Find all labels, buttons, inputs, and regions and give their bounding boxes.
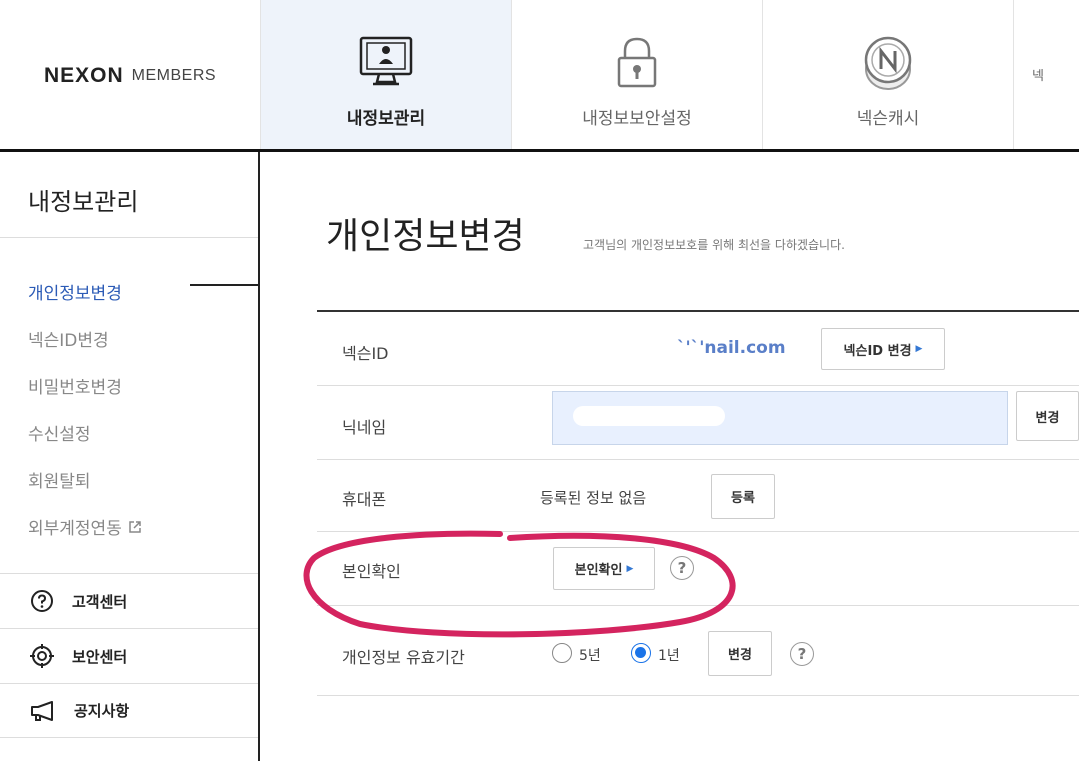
help-icon[interactable]: ?	[790, 642, 814, 666]
main-content: 개인정보변경 고객님의 개인정보보호를 위해 최선을 다하겠습니다. 넥슨ID …	[260, 152, 1079, 761]
button-label: 변경	[728, 648, 752, 663]
active-indicator-line	[190, 284, 258, 286]
sidebar-item-external-accounts[interactable]: 외부계정연동	[28, 503, 142, 550]
tab-nexon-cash[interactable]: 넥슨캐시	[762, 0, 1013, 149]
customer-center-link[interactable]: 고객센터	[0, 573, 258, 628]
row-label: 개인정보 유효기간	[342, 648, 465, 667]
top-navigation-bar: NEXON MEMBERS 내정보관리 내정보보안설정 넥슨캐시 넥	[0, 0, 1079, 152]
change-nexon-id-button[interactable]: 넥슨ID 변경 ▶	[821, 328, 945, 370]
row-nexon-id: 넥슨ID `'`'nail.com 넥슨ID 변경 ▶	[317, 312, 1079, 386]
redacted-mark	[573, 406, 725, 426]
sidebar-item-personal-info[interactable]: 개인정보변경	[28, 268, 142, 315]
row-phone: 휴대폰 등록된 정보 없음 등록	[317, 460, 1079, 532]
tab-my-info[interactable]: 내정보관리	[260, 0, 511, 149]
radio-label-1-year: 1년	[658, 648, 680, 664]
button-label: 등록	[731, 491, 755, 506]
row-label: 넥슨ID	[342, 344, 389, 363]
nexon-coin-icon	[864, 36, 912, 90]
sidebar: 내정보관리 개인정보변경 넥슨ID변경 비밀번호변경 수신설정 회원탈퇴 외부계…	[0, 152, 260, 761]
tab-security-settings[interactable]: 내정보보안설정	[511, 0, 762, 149]
nexon-members-logo[interactable]: NEXON MEMBERS	[0, 0, 260, 152]
tab-label: 넥슨캐시	[856, 109, 920, 129]
page-title: 개인정보변경	[326, 216, 525, 257]
sidebar-item-label: 외부계정연동	[28, 519, 122, 539]
row-label: 닉네임	[342, 418, 387, 437]
link-label: 공지사항	[74, 702, 130, 720]
external-link-icon	[129, 520, 141, 533]
top-tabs: 내정보관리 내정보보안설정 넥슨캐시 넥	[260, 0, 1079, 152]
radio-1-year[interactable]	[631, 643, 651, 663]
lock-icon	[617, 37, 657, 88]
highlight-circle-annotation	[303, 530, 736, 638]
button-label: 넥슨ID 변경	[843, 343, 912, 359]
radio-label-5-years: 5년	[579, 648, 601, 664]
link-label: 보안센터	[72, 647, 128, 666]
sidebar-menu: 개인정보변경 넥슨ID변경 비밀번호변경 수신설정 회원탈퇴 외부계정연동	[28, 268, 142, 550]
radio-5-years[interactable]	[552, 643, 572, 663]
button-label: 변경	[1035, 410, 1060, 426]
change-nickname-button[interactable]: 변경	[1016, 391, 1079, 441]
link-label: 고객센터	[72, 592, 128, 611]
nexon-id-value: `'`'nail.com	[677, 338, 786, 358]
target-icon	[30, 644, 54, 668]
logo-sub-text: MEMBERS	[131, 67, 217, 84]
register-phone-button[interactable]: 등록	[711, 474, 775, 519]
arrow-right-icon: ▶	[915, 344, 923, 354]
tab-label: 넥	[1032, 69, 1044, 84]
nickname-input[interactable]	[552, 391, 1008, 445]
security-center-link[interactable]: 보안센터	[0, 628, 258, 683]
phone-value: 등록된 정보 없음	[540, 489, 647, 507]
sidebar-item-withdraw[interactable]: 회원탈퇴	[28, 456, 142, 503]
tab-label: 내정보보안설정	[582, 109, 692, 129]
tab-label: 내정보관리	[346, 109, 426, 129]
tab-partial[interactable]: 넥	[1013, 0, 1079, 149]
question-circle-icon	[31, 590, 53, 612]
row-nickname: 닉네임 변경	[317, 386, 1079, 460]
sidebar-links: 고객센터 보안센터 공지사항	[0, 573, 258, 738]
notice-link[interactable]: 공지사항	[0, 683, 258, 738]
sidebar-item-notifications[interactable]: 수신설정	[28, 409, 142, 456]
sidebar-item-change-id[interactable]: 넥슨ID변경	[28, 315, 142, 362]
megaphone-icon	[31, 700, 53, 721]
page-subtitle: 고객님의 개인정보보호를 위해 최선을 다하겠습니다.	[583, 238, 845, 252]
logo-main-text: NEXON	[43, 64, 124, 87]
row-label: 휴대폰	[342, 490, 387, 509]
sidebar-title: 내정보관리	[28, 188, 139, 216]
divider	[0, 237, 258, 238]
monitor-user-icon	[359, 36, 413, 86]
sidebar-item-change-password[interactable]: 비밀번호변경	[28, 362, 142, 409]
